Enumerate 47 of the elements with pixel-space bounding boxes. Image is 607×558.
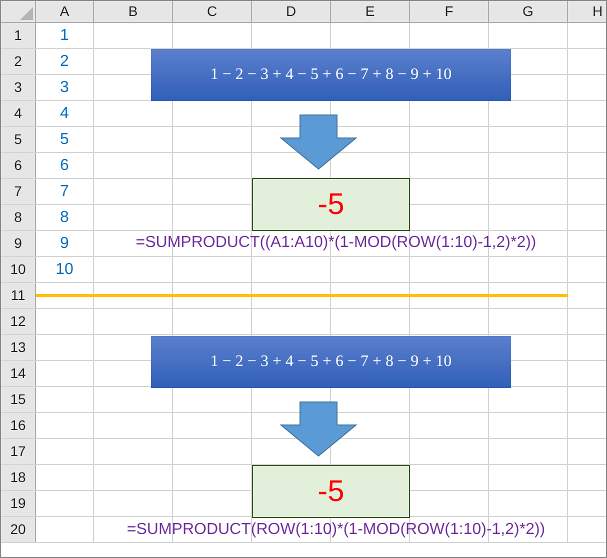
row-header[interactable]: 2 [1, 49, 36, 74]
table-cell-text: 3 [60, 78, 69, 98]
row-header[interactable]: 10 [1, 257, 36, 282]
table-cell-text: 10 [56, 260, 74, 280]
row-header[interactable]: 6 [1, 153, 36, 178]
row-header[interactable]: 20 [1, 517, 36, 542]
row-header[interactable]: 14 [1, 361, 36, 386]
row-header[interactable]: 3 [1, 75, 36, 100]
expression-banner: 1 − 2 − 3 + 4 − 5 + 6 − 7 + 8 − 9 + 10 [151, 336, 511, 388]
result-box: -5 [252, 178, 410, 231]
row-header[interactable]: 1 [1, 23, 36, 48]
row-header[interactable]: 7 [1, 179, 36, 204]
row-header[interactable]: 4 [1, 101, 36, 126]
row-header[interactable]: 8 [1, 205, 36, 230]
column-header[interactable]: D [252, 1, 331, 22]
down-arrow-icon [280, 401, 357, 457]
formula-text: =SUMPRODUCT(ROW(1:10)*(1-MOD(ROW(1:10)-1,2)*2)) [126, 520, 546, 540]
row-header[interactable]: 19 [1, 491, 36, 516]
column-header[interactable]: C [173, 1, 252, 22]
column-header[interactable]: H [568, 1, 606, 22]
expression-banner: 1 − 2 − 3 + 4 − 5 + 6 − 7 + 8 − 9 + 10 [151, 49, 511, 101]
column-header[interactable]: B [94, 1, 173, 22]
down-arrow-icon [280, 114, 357, 170]
row-header[interactable]: 11 [1, 283, 36, 308]
column-header[interactable]: A [36, 1, 94, 22]
column-header[interactable]: E [331, 1, 410, 22]
row-header[interactable]: 5 [1, 127, 36, 152]
table-cell-text: 8 [60, 208, 69, 228]
row-header[interactable]: 15 [1, 387, 36, 412]
table-cell-text: 4 [60, 104, 69, 124]
row-header[interactable]: 17 [1, 439, 36, 464]
table-cell-text: 7 [60, 182, 69, 202]
row-header[interactable]: 16 [1, 413, 36, 438]
table-cell-text: 6 [60, 156, 69, 176]
result-box: -5 [252, 465, 410, 518]
table-cell-text: 1 [60, 26, 69, 46]
row-header[interactable]: 9 [1, 231, 36, 256]
row-header[interactable]: 18 [1, 465, 36, 490]
select-all-corner-icon[interactable] [20, 7, 33, 20]
row-header[interactable]: 13 [1, 335, 36, 360]
table-cell-text: 2 [60, 52, 69, 72]
table-cell-text: 9 [60, 234, 69, 254]
row-header[interactable]: 12 [1, 309, 36, 334]
table-cell-text: 5 [60, 130, 69, 150]
column-header[interactable]: G [489, 1, 568, 22]
column-header[interactable]: F [410, 1, 489, 22]
formula-text: =SUMPRODUCT((A1:A10)*(1-MOD(ROW(1:10)-1,2)*2)) [136, 233, 536, 253]
